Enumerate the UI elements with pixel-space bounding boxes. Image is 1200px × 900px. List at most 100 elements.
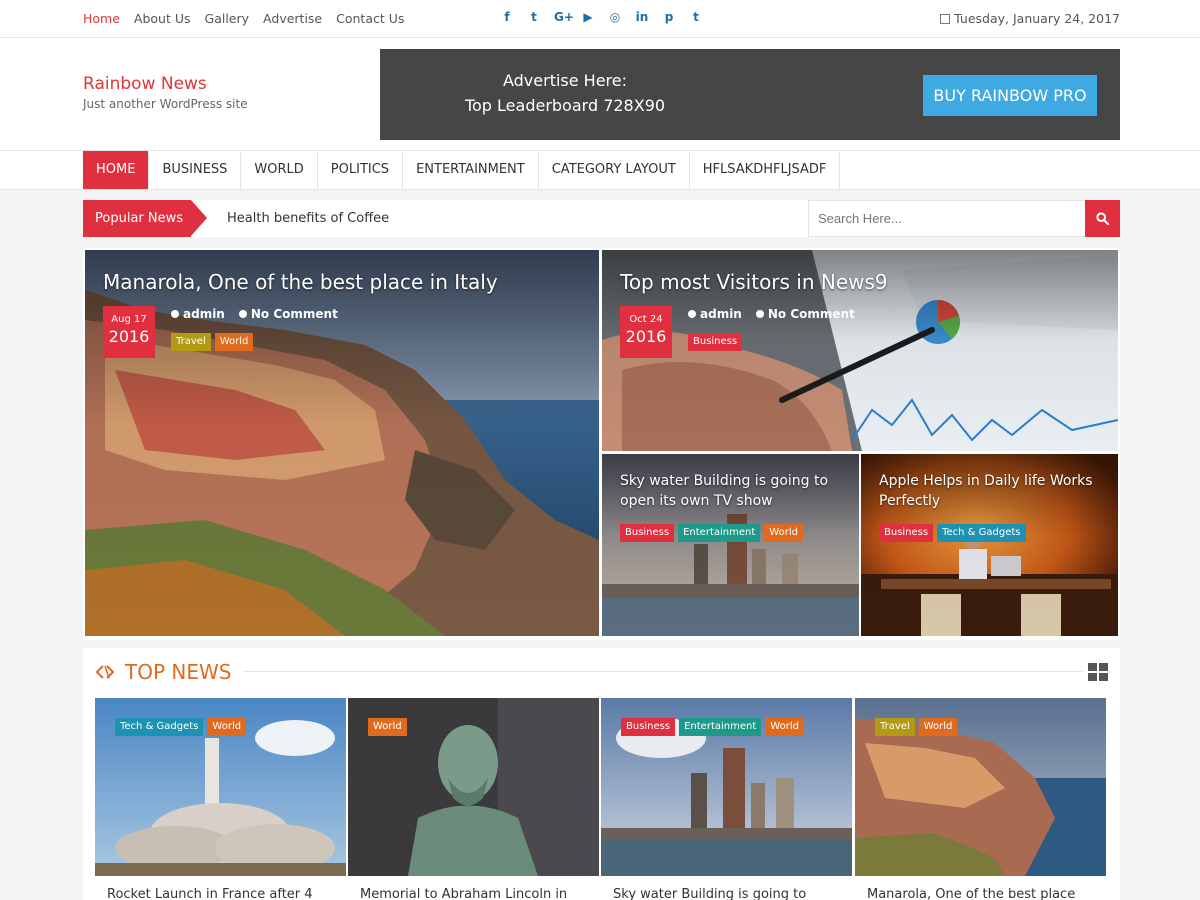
post-tags: Tech & Gadgets World xyxy=(115,718,247,736)
top-nav: Home About Us Gallery Advertise Contact … xyxy=(83,11,404,26)
featured-title[interactable]: Sky water Building is going to open its … xyxy=(620,471,828,511)
comments-count: No Comment xyxy=(767,307,855,321)
featured-title-line-2: Perfectly xyxy=(879,493,941,509)
post-tags: Business Entertainment World xyxy=(621,718,804,736)
tag-world[interactable]: World xyxy=(918,718,958,736)
top-news-caption[interactable]: Memorial to Abraham Lincoln in xyxy=(360,887,600,900)
date-month-day: Aug 17 xyxy=(111,314,147,325)
author-name: admin xyxy=(183,307,225,321)
nav-misc[interactable]: HFLSAKDHFLJSADF xyxy=(690,151,841,189)
site-title[interactable]: Rainbow News xyxy=(83,74,207,94)
tag-tech-gadgets[interactable]: Tech & Gadgets xyxy=(115,718,204,736)
featured-card-analytics[interactable]: Top most Visitors in News9 Oct 24 2016 a… xyxy=(602,250,1118,451)
instagram-icon[interactable]: ◎ xyxy=(608,10,622,24)
comments-count: No Comment xyxy=(250,307,338,321)
popular-news-ticker: Popular News Health benefits of Coffee xyxy=(83,200,1120,237)
featured-title-line-1: Apple Helps in Daily life Works xyxy=(879,473,1093,489)
post-tags: Business Entertainment World xyxy=(620,524,803,542)
ticker-headline[interactable]: Health benefits of Coffee xyxy=(227,211,389,226)
post-tags: Business Tech & Gadgets xyxy=(879,524,1026,542)
tag-business[interactable]: Business xyxy=(688,333,743,351)
date-badge: Aug 17 2016 xyxy=(103,306,155,358)
ad-heading: Advertise Here: xyxy=(502,71,628,90)
top-news-card-manarola[interactable]: Travel World xyxy=(855,698,1106,876)
post-tags: World xyxy=(368,718,407,736)
tag-business[interactable]: Business xyxy=(621,718,676,736)
post-tags: Business xyxy=(688,333,743,351)
top-nav-contact[interactable]: Contact Us xyxy=(336,11,404,26)
nav-entertainment[interactable]: ENTERTAINMENT xyxy=(403,151,539,189)
nav-business[interactable]: BUSINESS xyxy=(149,151,242,189)
date-month-day: Oct 24 xyxy=(629,314,663,325)
top-bar: Home About Us Gallery Advertise Contact … xyxy=(0,0,1200,38)
facebook-icon[interactable]: f xyxy=(500,10,514,24)
diamond-arrows-icon xyxy=(95,665,115,679)
nav-category-layout[interactable]: CATEGORY LAYOUT xyxy=(539,151,690,189)
featured-card-main[interactable]: Manarola, One of the best place in Italy… xyxy=(85,250,599,636)
linkedin-icon[interactable]: in xyxy=(635,10,649,24)
tag-world[interactable]: World xyxy=(368,718,407,736)
tag-travel[interactable]: Travel xyxy=(875,718,915,736)
youtube-icon[interactable]: ▶ xyxy=(581,10,595,24)
nav-politics[interactable]: POLITICS xyxy=(318,151,404,189)
featured-title-line-1: Sky water Building is going to xyxy=(620,473,829,489)
top-nav-home[interactable]: Home xyxy=(83,11,120,26)
comments[interactable]: No Comment xyxy=(755,307,855,321)
top-news-card-rocket[interactable]: Tech & Gadgets World xyxy=(95,698,346,876)
featured-card-skywater[interactable]: Sky water Building is going to open its … xyxy=(602,454,859,636)
post-tags: Travel World xyxy=(171,333,254,351)
site-header: Rainbow News Just another WordPress site… xyxy=(0,38,1200,150)
tag-world[interactable]: World xyxy=(765,718,804,736)
section-divider xyxy=(243,671,1083,672)
author[interactable]: admin xyxy=(688,307,742,321)
nav-home[interactable]: HOME xyxy=(83,151,150,189)
current-date: Tuesday, January 24, 2017 xyxy=(940,11,1120,26)
comments[interactable]: No Comment xyxy=(238,307,338,321)
section-title: TOP NEWS xyxy=(125,660,232,684)
tag-entertainment[interactable]: Entertainment xyxy=(678,524,761,542)
leaderboard-ad[interactable]: Advertise Here: Top Leaderboard 728X90 B… xyxy=(380,49,1120,140)
top-nav-gallery[interactable]: Gallery xyxy=(205,11,250,26)
main-nav: HOME BUSINESS WORLD POLITICS ENTERTAINME… xyxy=(0,150,1200,190)
featured-card-apple[interactable]: Apple Helps in Daily life Works Perfectl… xyxy=(861,454,1118,636)
search-button[interactable] xyxy=(1085,200,1120,237)
top-news-card-skywater[interactable]: Business Entertainment World xyxy=(601,698,852,876)
top-news-caption[interactable]: Sky water Building is going to xyxy=(613,887,853,900)
tumblr-icon[interactable]: t xyxy=(689,10,703,24)
tag-business[interactable]: Business xyxy=(879,524,934,542)
tag-world[interactable]: World xyxy=(207,718,247,736)
tag-entertainment[interactable]: Entertainment xyxy=(679,718,762,736)
top-nav-advertise[interactable]: Advertise xyxy=(263,11,322,26)
user-icon xyxy=(688,310,696,318)
comment-icon xyxy=(238,310,247,318)
tag-world[interactable]: World xyxy=(764,524,803,542)
tag-travel[interactable]: Travel xyxy=(171,333,211,351)
grid-view-icon[interactable] xyxy=(1088,663,1108,681)
date-year: 2016 xyxy=(625,327,667,346)
date-text: Tuesday, January 24, 2017 xyxy=(954,11,1120,26)
top-news-section: TOP NEWS Tech & Gadgets World World Busi… xyxy=(83,648,1120,900)
top-news-card-lincoln[interactable]: World xyxy=(348,698,599,876)
pinterest-icon[interactable]: p xyxy=(662,10,676,24)
top-news-caption[interactable]: Rocket Launch in France after 4 xyxy=(107,887,347,900)
nav-world[interactable]: WORLD xyxy=(241,151,318,189)
featured-title[interactable]: Top most Visitors in News9 xyxy=(620,270,888,294)
search-input[interactable] xyxy=(808,200,1085,237)
date-year: 2016 xyxy=(108,327,150,346)
top-nav-about[interactable]: About Us xyxy=(134,11,191,26)
comment-icon xyxy=(755,310,764,318)
top-news-caption[interactable]: Manarola, One of the best place xyxy=(867,887,1107,900)
image-overlay xyxy=(85,250,599,636)
featured-title[interactable]: Apple Helps in Daily life Works Perfectl… xyxy=(879,471,1093,511)
user-icon xyxy=(171,310,179,318)
featured-title[interactable]: Manarola, One of the best place in Italy xyxy=(103,270,498,294)
author[interactable]: admin xyxy=(171,307,225,321)
calendar-icon xyxy=(940,14,951,24)
google-plus-icon[interactable]: G+ xyxy=(554,10,574,24)
post-tags: Travel World xyxy=(875,718,958,736)
tag-world[interactable]: World xyxy=(214,333,254,351)
tag-tech-gadgets[interactable]: Tech & Gadgets xyxy=(937,524,1026,542)
buy-pro-button[interactable]: BUY RAINBOW PRO xyxy=(923,75,1097,116)
tag-business[interactable]: Business xyxy=(620,524,675,542)
twitter-icon[interactable]: t xyxy=(527,10,541,24)
